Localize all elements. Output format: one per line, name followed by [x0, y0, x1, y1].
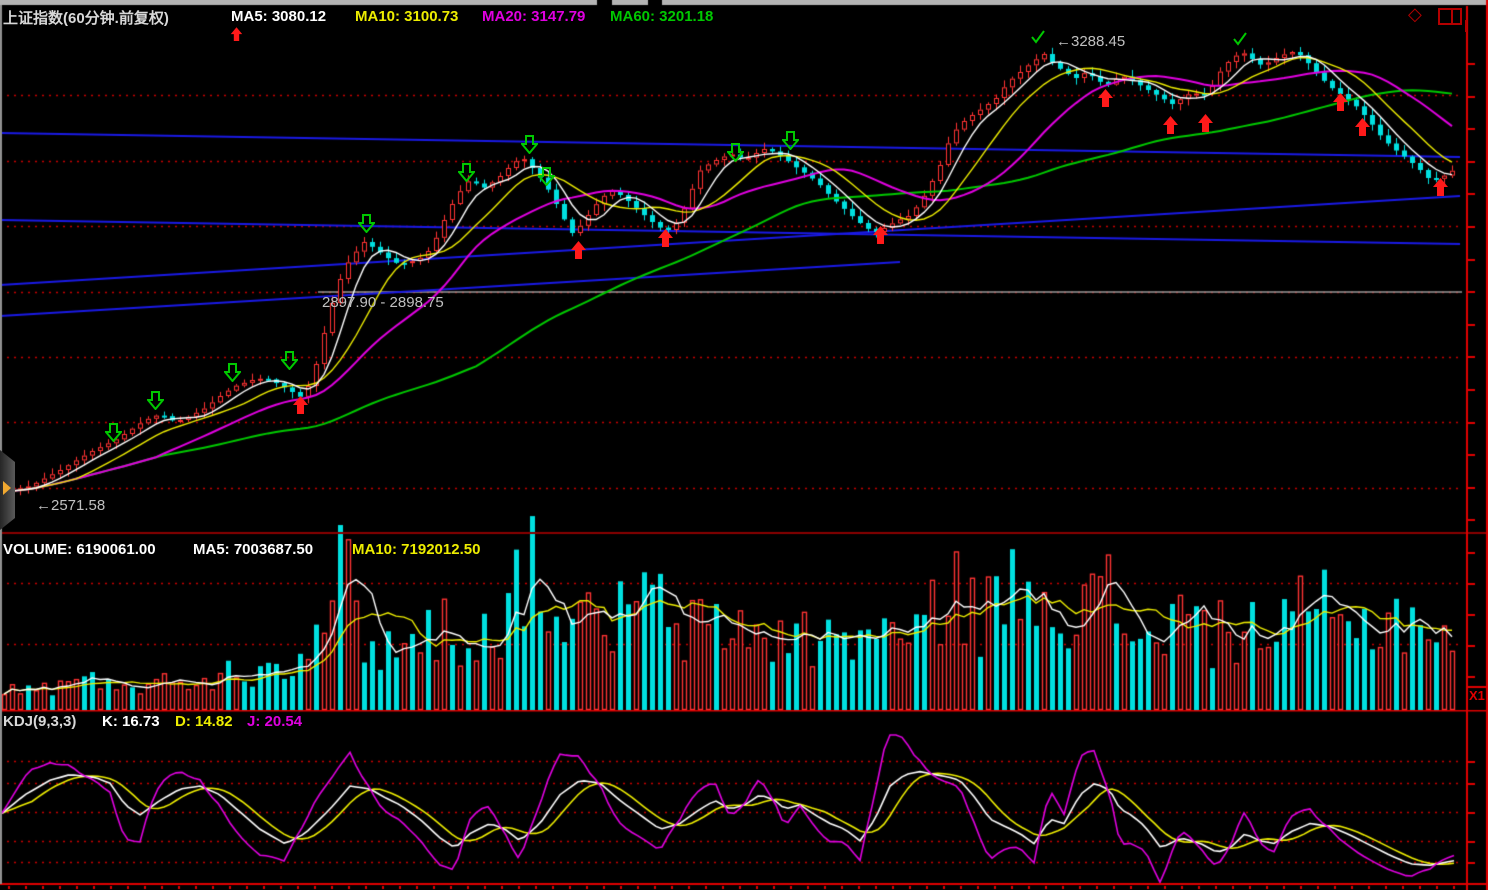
- sell-signal-icon: [782, 131, 799, 150]
- expand-triangle-icon: [3, 481, 11, 495]
- buy-signal-icon: [570, 241, 587, 260]
- peak-price-label: ←3288.45: [1056, 33, 1125, 50]
- split-tail: [1465, 20, 1467, 32]
- ma20-readout: MA20: 3147.79: [482, 8, 585, 25]
- chart-canvas[interactable]: [0, 0, 1488, 890]
- sell-signal-icon: [224, 363, 241, 382]
- low-price-label: ←2571.58: [36, 497, 105, 514]
- buy-signal-icon: [292, 396, 309, 415]
- check-mark-icon: [1030, 30, 1047, 49]
- buy-signal-icon: [1354, 118, 1371, 137]
- scale-multiplier-label: X1: [1469, 688, 1485, 703]
- volume-ma10-readout: MA10: 7192012.50: [352, 541, 480, 558]
- buy-signal-icon: [1332, 93, 1349, 112]
- ref-range-label: 2897.90 - 2898.75: [322, 294, 444, 311]
- trading-terminal-window: 上证指数(60分钟.前复权) MA5: 3080.12 MA10: 3100.7…: [0, 0, 1488, 890]
- kdj-k-readout: K: 16.73: [102, 713, 160, 730]
- split-divider: [1451, 10, 1453, 23]
- sell-signal-icon: [147, 391, 164, 410]
- volume-readout: VOLUME: 6190061.00: [3, 541, 156, 558]
- sell-signal-icon: [727, 143, 744, 162]
- buy-signal-icon: [1162, 116, 1179, 135]
- kdj-indicator-name: KDJ(9,3,3): [3, 713, 76, 730]
- symbol-title: 上证指数(60分钟.前复权): [3, 7, 169, 28]
- split-window-icon[interactable]: [1438, 8, 1462, 25]
- diamond-icon[interactable]: ◇: [1408, 4, 1422, 25]
- sell-signal-icon: [521, 135, 538, 154]
- sell-signal-icon: [538, 167, 555, 186]
- kdj-d-readout: D: 14.82: [175, 713, 233, 730]
- sell-signal-icon: [458, 163, 475, 182]
- buy-signal-icon: [1097, 89, 1114, 108]
- kdj-j-readout: J: 20.54: [247, 713, 302, 730]
- sell-signal-icon: [358, 214, 375, 233]
- check-mark-icon: [1232, 32, 1249, 51]
- buy-signal-icon: [1432, 178, 1449, 197]
- ma10-readout: MA10: 3100.73: [355, 8, 458, 25]
- sell-signal-icon: [105, 423, 122, 442]
- sidebar-collapse-tab[interactable]: [0, 450, 15, 530]
- ma5-readout: MA5: 3080.12: [231, 8, 326, 25]
- buy-signal-icon: [657, 229, 674, 248]
- sell-signal-icon: [281, 351, 298, 370]
- volume-ma5-readout: MA5: 7003687.50: [193, 541, 313, 558]
- ma60-readout: MA60: 3201.18: [610, 8, 713, 25]
- buy-signal-icon: [872, 226, 889, 245]
- buy-signal-icon: [1197, 114, 1214, 133]
